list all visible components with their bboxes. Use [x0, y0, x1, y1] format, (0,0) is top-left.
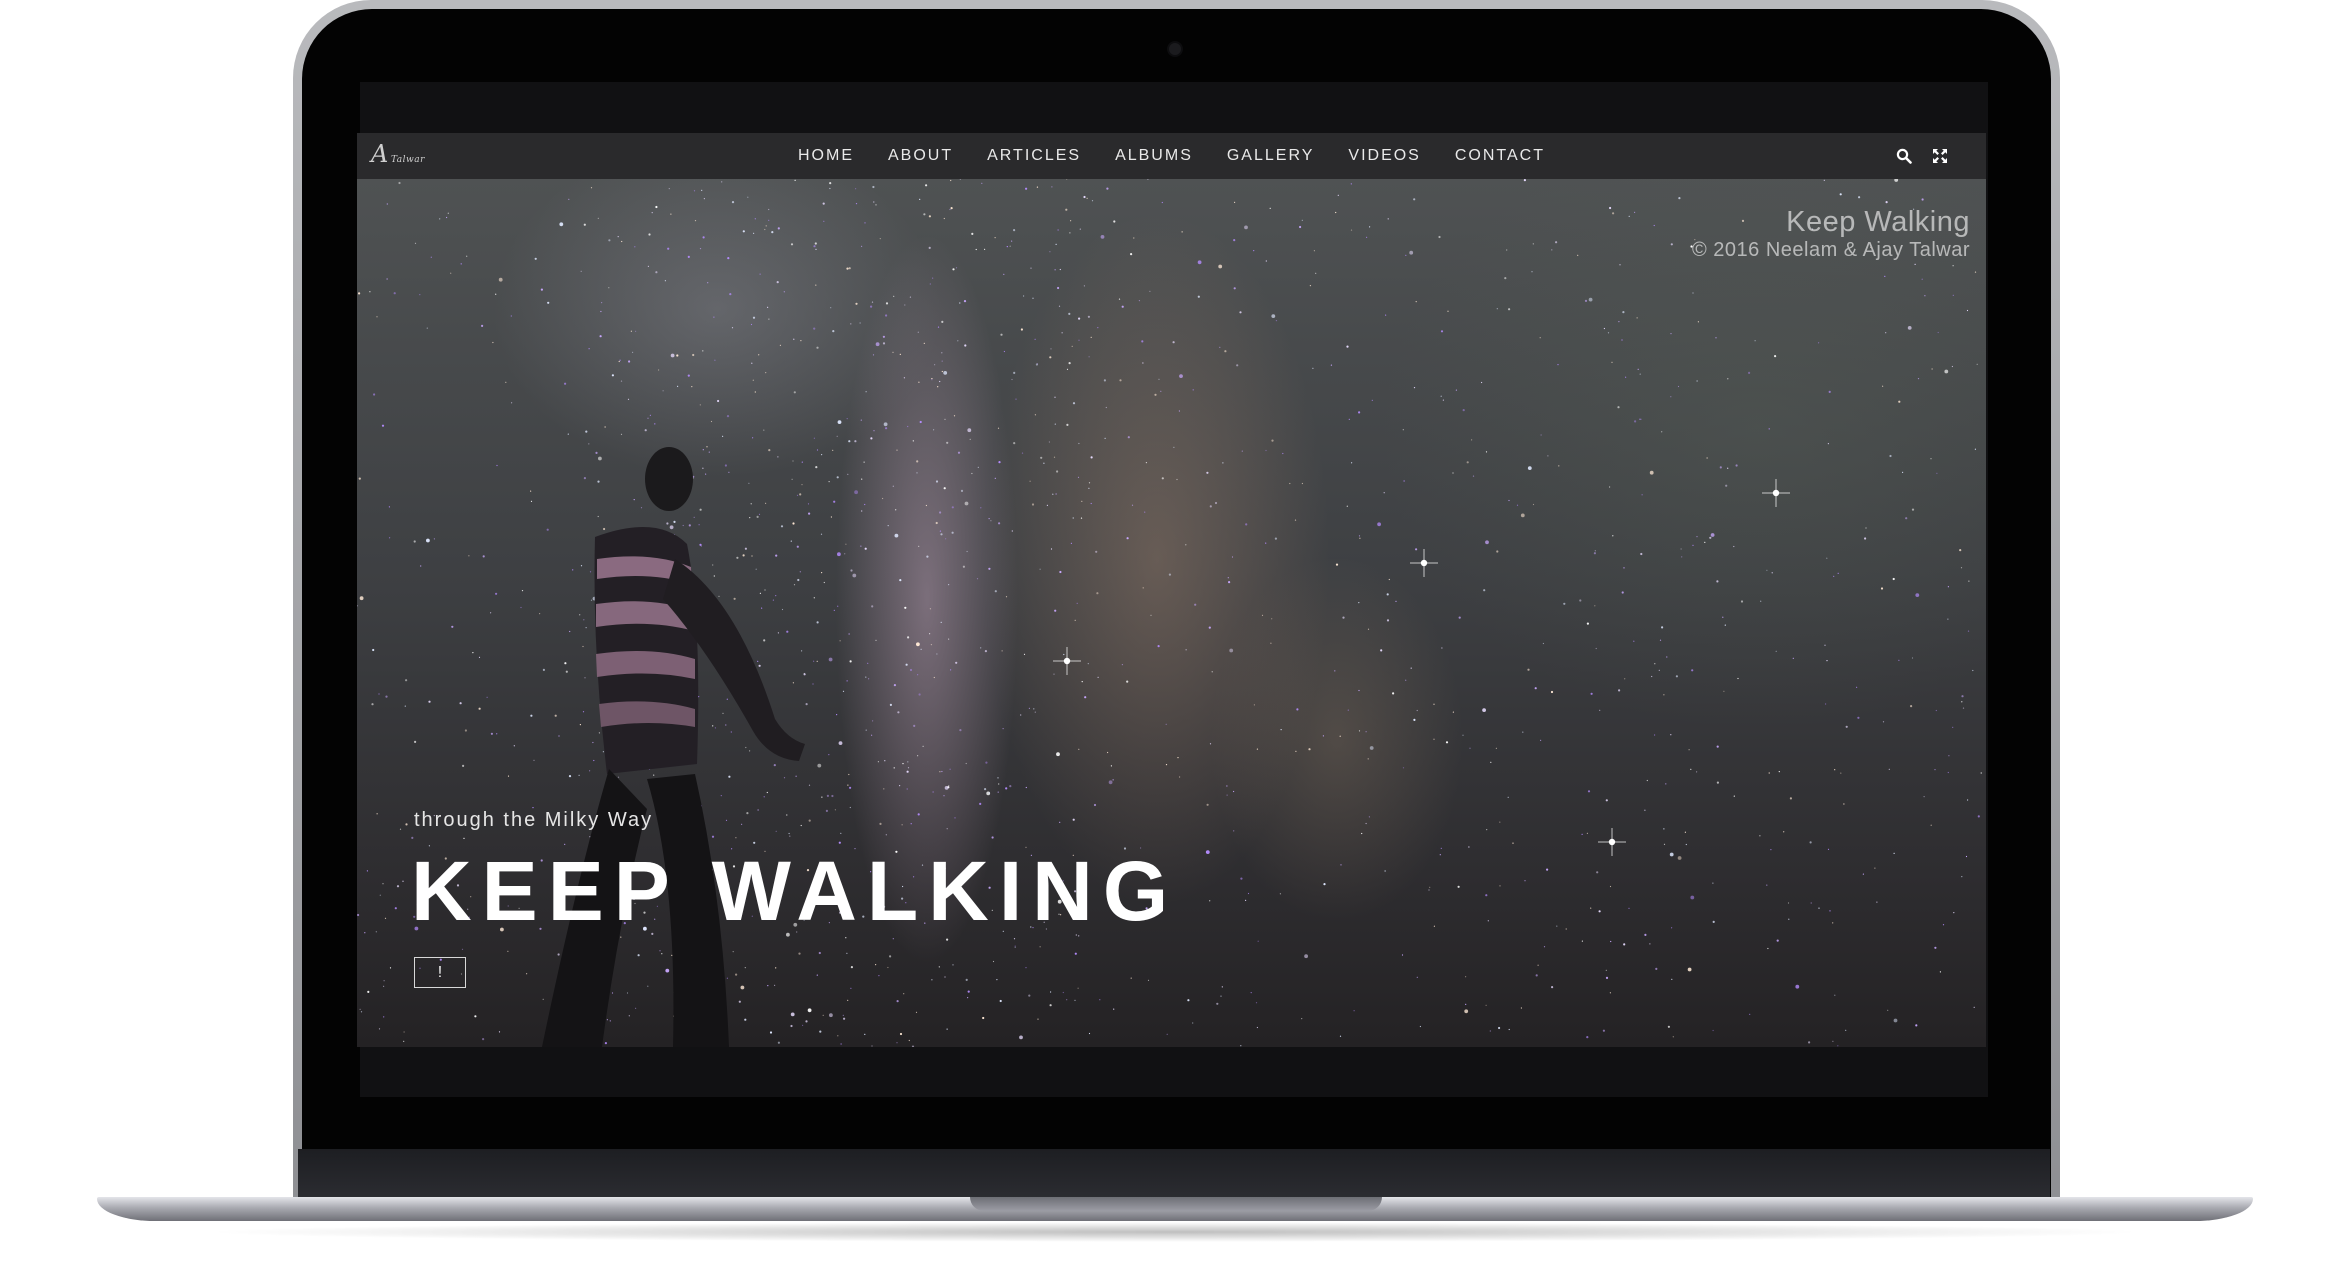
- website: A Talwar HOME ABOUT ARTICLES ALBUMS GALL…: [357, 133, 1986, 1047]
- hero-action-button[interactable]: !: [414, 957, 466, 988]
- nav-item-videos[interactable]: VIDEOS: [1348, 133, 1420, 179]
- nav-item-contact[interactable]: CONTACT: [1455, 133, 1545, 179]
- search-icon[interactable]: [1896, 148, 1912, 164]
- hero-banner: Keep Walking © 2016 Neelam & Ajay Talwar…: [357, 179, 1986, 1047]
- laptop-base-notch: [970, 1197, 1382, 1211]
- hero-title: KEEP WALKING: [411, 844, 1179, 938]
- camera-icon: [1169, 43, 1181, 55]
- main-menu: HOME ABOUT ARTICLES ALBUMS GALLERY VIDEO…: [357, 133, 1986, 179]
- credit-title: Keep Walking: [1786, 206, 1970, 238]
- laptop-shadow: [200, 1222, 2150, 1242]
- nav-item-about[interactable]: ABOUT: [888, 133, 953, 179]
- laptop-chin: [298, 1149, 2050, 1201]
- fullscreen-icon[interactable]: [1932, 148, 1948, 164]
- credit-copyright: © 2016 Neelam & Ajay Talwar: [1691, 239, 1970, 261]
- top-navigation: A Talwar HOME ABOUT ARTICLES ALBUMS GALL…: [357, 133, 1986, 179]
- hero-photo-credit: Keep Walking © 2016 Neelam & Ajay Talwar: [1692, 205, 1970, 261]
- nav-item-gallery[interactable]: GALLERY: [1227, 133, 1315, 179]
- nav-item-home[interactable]: HOME: [798, 133, 854, 179]
- nav-item-albums[interactable]: ALBUMS: [1115, 133, 1193, 179]
- hero-subtitle: through the Milky Way: [414, 809, 654, 831]
- nav-item-articles[interactable]: ARTICLES: [987, 133, 1081, 179]
- nav-icon-group: [1896, 133, 1948, 179]
